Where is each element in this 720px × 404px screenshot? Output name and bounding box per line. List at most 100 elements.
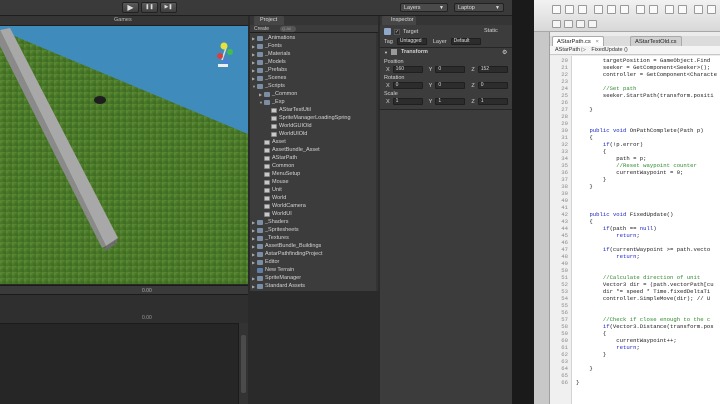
code-line[interactable]: 55 — [550, 302, 720, 309]
object-name[interactable]: Target — [403, 29, 418, 35]
tree-item-astartestutil[interactable]: AStarTestUtil — [266, 106, 311, 114]
code-line[interactable]: 41 — [550, 204, 720, 211]
position-z-field[interactable]: 152 — [477, 66, 508, 73]
code-line[interactable]: 64 } — [550, 365, 720, 372]
tree-item-animations[interactable]: ▶ _Animations — [252, 34, 295, 42]
tab-game[interactable]: Games — [114, 17, 132, 23]
scale-x-field[interactable]: 1 — [392, 98, 423, 105]
tree-item-common[interactable]: Common — [259, 162, 294, 170]
tree-item-standard-assets[interactable]: ▶ Standard Assets — [252, 282, 305, 290]
static-toggle[interactable]: Static — [484, 28, 498, 34]
tree-item-astarpath[interactable]: AStarPath — [259, 154, 297, 162]
code-line[interactable]: 42 public void FixedUpdate() — [550, 211, 720, 218]
code-line[interactable]: 31 { — [550, 134, 720, 141]
code-line[interactable]: 53 dir *= speed * Time.fixedDeltaTi — [550, 288, 720, 295]
search-input[interactable]: Q-All — [280, 26, 296, 32]
rotation-z-field[interactable]: 0 — [477, 82, 508, 89]
tree-item-menusetup[interactable]: MenuSetup — [259, 170, 300, 178]
code-line[interactable]: 36 currentWaypoint = 0; — [550, 169, 720, 176]
code-line[interactable]: 27 } — [550, 106, 720, 113]
breadcrumb-method[interactable]: FixedUpdate () — [591, 47, 627, 53]
tree-item-prefabs[interactable]: ▶ _Prefabs — [252, 66, 287, 74]
code-line[interactable]: 38 } — [550, 183, 720, 190]
code-line[interactable]: 35 //Reset waypoint counter — [550, 162, 720, 169]
layers-dropdown[interactable]: Layers ▼ — [400, 3, 448, 12]
pause-icon[interactable]: ❚❚ — [141, 2, 158, 13]
tab-astartestold[interactable]: AStarTestOld.cs — [630, 36, 682, 46]
code-line[interactable]: 33 { — [550, 148, 720, 155]
scale-y-field[interactable]: 1 — [435, 98, 466, 105]
code-line[interactable]: 56 — [550, 309, 720, 316]
code-line[interactable]: 28 — [550, 113, 720, 120]
open-file-icon[interactable] — [565, 5, 574, 14]
code-line[interactable]: 46 — [550, 239, 720, 246]
code-line[interactable]: 57 //Check if close enough to the c — [550, 316, 720, 323]
code-line[interactable]: 65 — [550, 372, 720, 379]
rotation-y-field[interactable]: 0 — [435, 82, 466, 89]
tag-dropdown[interactable]: Untagged — [396, 38, 427, 45]
indent-icon[interactable] — [552, 20, 561, 28]
step-icon[interactable]: ▶❚ — [160, 2, 177, 13]
save-icon[interactable] — [578, 5, 587, 14]
position-y-field[interactable]: 0 — [435, 66, 466, 73]
tree-item-common[interactable]: ▶ _Common — [259, 90, 297, 98]
code-line[interactable]: 54 controller.SimpleMove(dir); // U — [550, 295, 720, 302]
gear-icon[interactable]: ⚙ — [502, 49, 507, 56]
code-line[interactable]: 63 — [550, 358, 720, 365]
breadcrumb-class[interactable]: AStarPath ▷ — [555, 47, 586, 53]
settings-icon[interactable] — [707, 5, 716, 14]
code-line[interactable]: 44 if(path == null) — [550, 225, 720, 232]
tree-item-worldguiold[interactable]: WorldGUIOld — [266, 122, 312, 130]
tab-astarpath[interactable]: AStarPath.cs × — [552, 36, 604, 46]
scale-z-field[interactable]: 1 — [477, 98, 508, 105]
debug-icon[interactable] — [694, 5, 703, 14]
code-line[interactable]: 30 public void OnPathComplete(Path p) — [550, 127, 720, 134]
code-line[interactable]: 26 — [550, 99, 720, 106]
copy-icon[interactable] — [607, 5, 616, 14]
tree-item-unit[interactable]: Unit — [259, 186, 282, 194]
tree-item-astarpathfindingproject[interactable]: ▶ AstarPathfindingProject — [252, 250, 322, 258]
game-view[interactable] — [0, 26, 248, 284]
tree-item-scripts[interactable]: ▼ _Scripts — [252, 82, 285, 90]
tree-item-spritemanagerloadingspring[interactable]: SpriteManagerLoadingSpring — [266, 114, 351, 122]
vertical-scrollbar[interactable] — [238, 323, 248, 404]
code-line[interactable]: 61 return; — [550, 344, 720, 351]
scrollbar-thumb[interactable] — [241, 335, 246, 393]
redo-icon[interactable] — [649, 5, 658, 14]
code-line[interactable]: 48 return; — [550, 253, 720, 260]
code-line[interactable]: 45 return; — [550, 232, 720, 239]
run-icon[interactable] — [678, 5, 687, 14]
tree-item-spritesheets[interactable]: ▶ _Spritesheets — [252, 226, 299, 234]
code-line[interactable]: 25 seeker.StartPath(transform.positi — [550, 92, 720, 99]
code-line[interactable]: 21 seeker = GetComponent<Seeker>(); — [550, 64, 720, 71]
tree-item-worlduiold[interactable]: WorldUIOld — [266, 130, 307, 138]
code-line[interactable]: 32 if(!p.error) — [550, 141, 720, 148]
code-line[interactable]: 51 //Calculate direction of unit — [550, 274, 720, 281]
transform-header[interactable]: ▼ Transform ⚙ — [384, 49, 507, 56]
position-x-field[interactable]: 160 — [392, 66, 423, 73]
code-line[interactable]: 62 } — [550, 351, 720, 358]
code-line[interactable]: 66} — [550, 379, 720, 386]
code-line[interactable]: 50 — [550, 267, 720, 274]
uncomment-icon[interactable] — [588, 20, 597, 28]
tree-item-assetbundle-asset[interactable]: AssetBundle_Asset — [259, 146, 320, 154]
create-button[interactable]: Create — [254, 26, 269, 32]
code-line[interactable]: 59 { — [550, 330, 720, 337]
tree-item-world[interactable]: World — [259, 194, 286, 202]
scene-canvas[interactable] — [0, 323, 238, 404]
code-line[interactable]: 43 { — [550, 218, 720, 225]
tree-item-assetbundle-buildings[interactable]: ▶ AssetBundle_Buildings — [252, 242, 321, 250]
code-line[interactable]: 22 controller = GetComponent<Characte — [550, 71, 720, 78]
tree-item-shaders[interactable]: ▶ _Shaders — [252, 218, 289, 226]
tab-project[interactable]: Project — [254, 16, 284, 25]
code-line[interactable]: 24 //Set path — [550, 85, 720, 92]
paste-icon[interactable] — [620, 5, 629, 14]
code-line[interactable]: 58 if(Vector3.Distance(transform.pos — [550, 323, 720, 330]
scene-panel[interactable]: 0.00 — [0, 295, 248, 404]
play-icon[interactable]: ▶ — [122, 2, 139, 13]
code-line[interactable]: 39 — [550, 190, 720, 197]
tree-item-worldcamera[interactable]: WorldCamera — [259, 202, 306, 210]
tree-item-fonts[interactable]: ▶ _Fonts — [252, 42, 282, 50]
tree-item-mouse[interactable]: Mouse — [259, 178, 289, 186]
comment-icon[interactable] — [576, 20, 585, 28]
